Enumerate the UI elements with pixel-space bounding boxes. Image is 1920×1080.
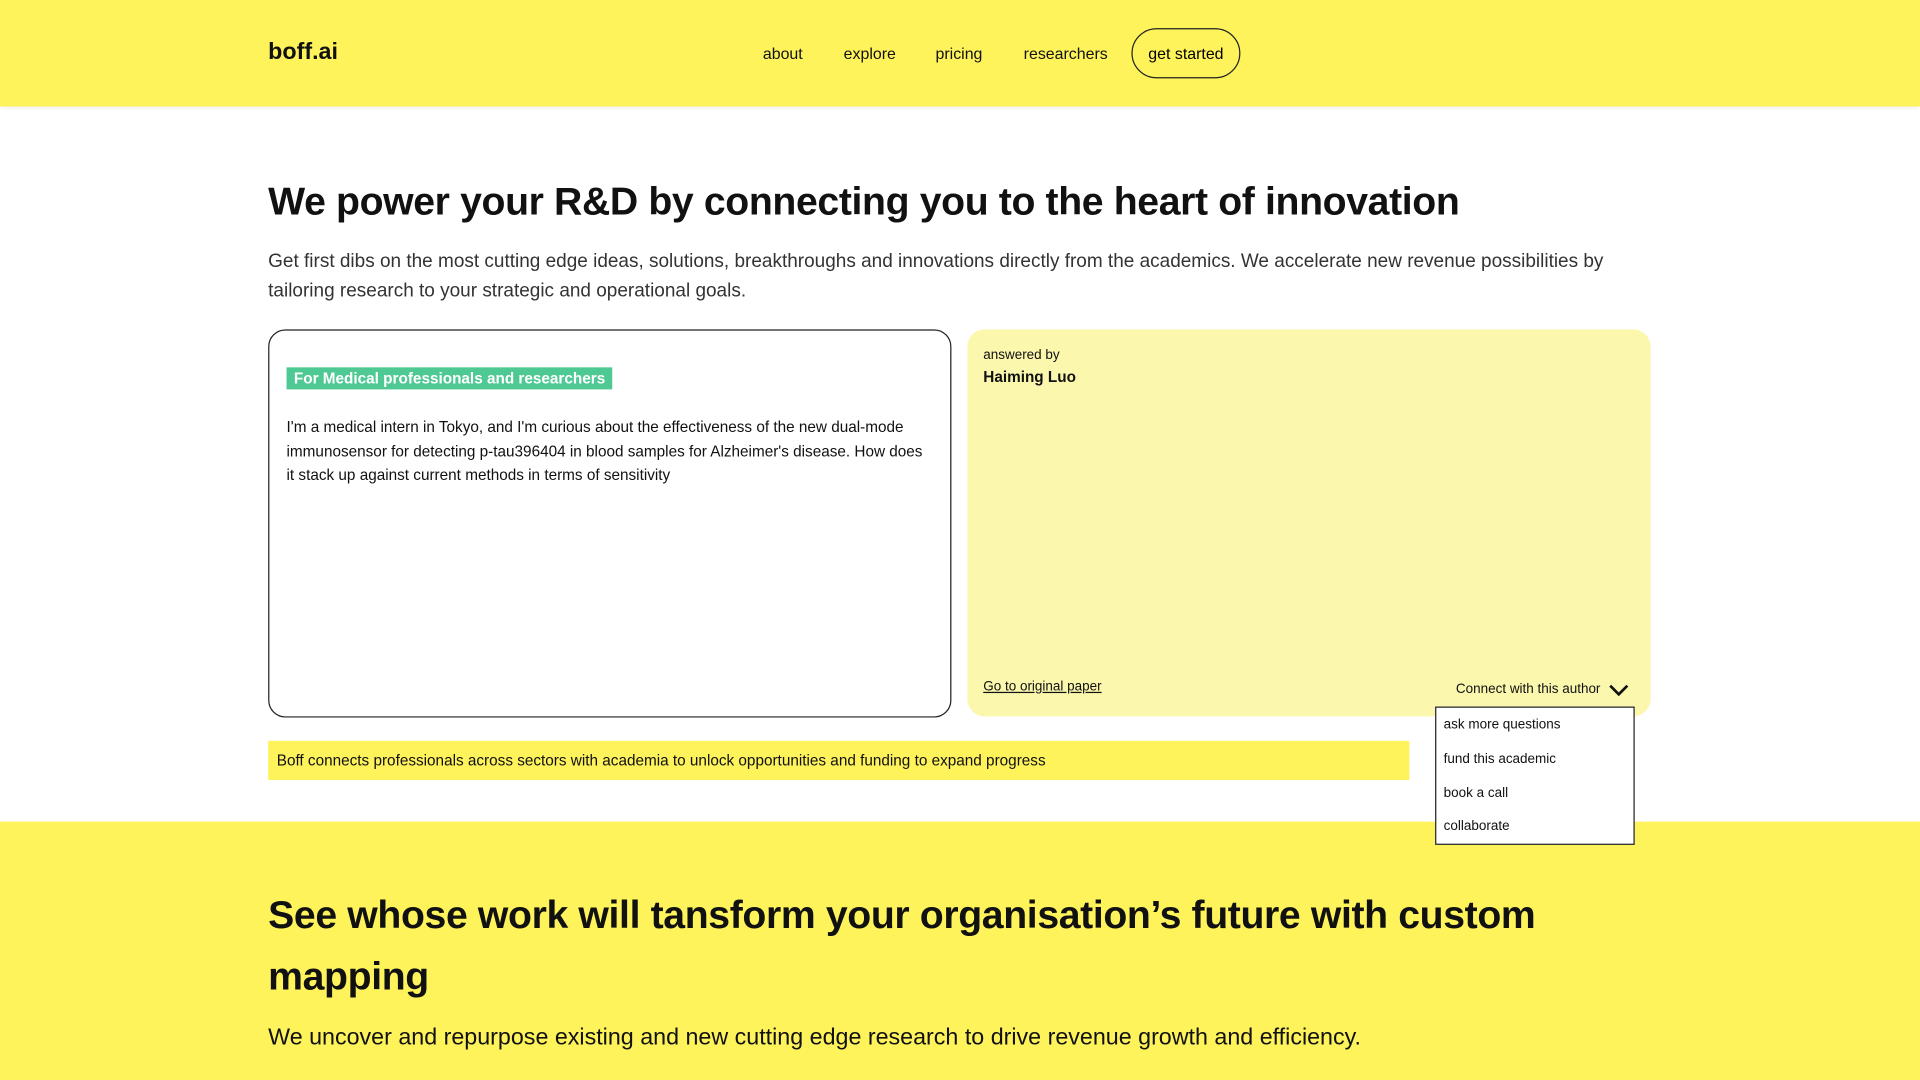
nav-researchers[interactable]: researchers [1024, 44, 1108, 62]
menu-item-fund[interactable]: fund this academic [1444, 752, 1556, 767]
info-strip: Boff connects professionals across secto… [268, 740, 1410, 781]
nav-about[interactable]: about [763, 44, 803, 62]
answer-card: answered by Haiming Luo Go to original p… [967, 329, 1651, 717]
mapping-subtitle: We uncover and repurpose existing and ne… [268, 1024, 1362, 1051]
audience-badge: For Medical professionals and researcher… [286, 367, 613, 390]
menu-item-ask-questions[interactable]: ask more questions [1444, 718, 1561, 733]
hero-lead: Get first dibs on the most cutting edge … [268, 251, 1604, 302]
original-paper-link[interactable]: Go to original paper [983, 680, 1101, 695]
connect-label: Connect with this author [1455, 682, 1601, 697]
nav-explore[interactable]: explore [844, 44, 896, 62]
connect-menu: ask more questions fund this academic bo… [1435, 706, 1635, 845]
page-title: We power your R&D by connecting you to t… [268, 178, 1460, 223]
get-started-button[interactable]: get started [1131, 28, 1241, 79]
chevron-down-icon [1609, 684, 1629, 696]
author-name: Haiming Luo [983, 368, 1076, 386]
mapping-title: See whose work will tansform your organi… [268, 892, 1536, 998]
question-text: I'm a medical intern in Tokyo, and I'm c… [286, 418, 923, 484]
question-card: For Medical professionals and researcher… [268, 329, 952, 718]
nav-pricing[interactable]: pricing [936, 44, 983, 62]
logo[interactable]: boff.ai [268, 39, 338, 66]
connect-dropdown[interactable]: Connect with this author [1456, 682, 1630, 697]
site-header: boff.ai about explore pricing researcher… [0, 0, 1920, 107]
menu-item-collaborate[interactable]: collaborate [1444, 819, 1510, 834]
menu-item-book-call[interactable]: book a call [1444, 786, 1508, 801]
answered-by-label: answered by [983, 347, 1060, 363]
